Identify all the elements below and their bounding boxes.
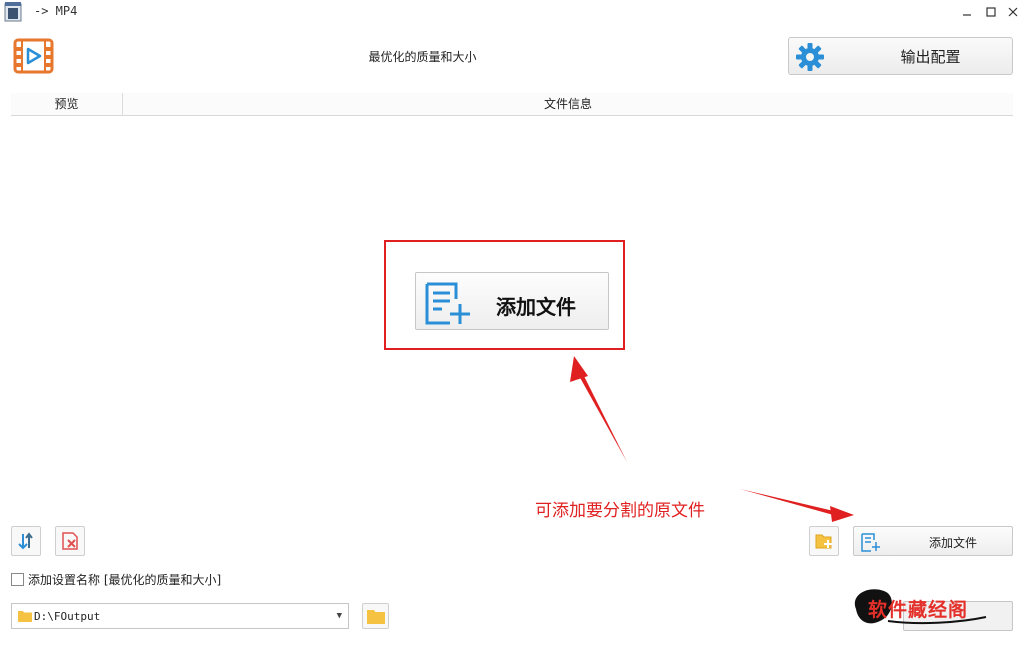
add-folder-button[interactable] <box>809 526 839 556</box>
column-file-info[interactable]: 文件信息 <box>123 93 1013 115</box>
output-path-value: D:\FOutput <box>34 610 101 623</box>
title-bar: -> MP4 <box>0 0 1024 24</box>
sort-button[interactable] <box>11 526 41 556</box>
delete-file-icon <box>62 532 78 550</box>
append-setting-name-label: 添加设置名称 [最优化的质量和大小] <box>28 572 222 587</box>
watermark-text: 软件藏经阁 <box>868 599 969 621</box>
window-title: -> MP4 <box>34 4 78 18</box>
maximize-icon <box>986 7 996 17</box>
watermark: 软件藏经阁 <box>848 581 990 631</box>
add-files-center-label: 添加文件 <box>496 295 576 319</box>
minimize-button[interactable] <box>956 2 978 22</box>
app-icon <box>4 2 22 22</box>
folder-icon <box>367 610 385 624</box>
folder-icon <box>18 611 32 622</box>
add-files-label: 添加文件 <box>928 536 977 550</box>
minimize-icon <box>963 14 971 16</box>
clear-files-button[interactable] <box>55 526 85 556</box>
column-preview[interactable]: 预览 <box>11 93 123 115</box>
add-files-button[interactable]: 添加文件 <box>853 526 1013 556</box>
file-list-header: 预览 文件信息 <box>11 93 1013 116</box>
gear-icon <box>796 43 824 71</box>
add-file-icon <box>425 282 470 325</box>
output-config-label: 输出配置 <box>900 47 961 66</box>
maximize-button[interactable] <box>980 2 1002 22</box>
close-button[interactable] <box>1002 2 1024 22</box>
add-file-icon <box>861 533 880 552</box>
preset-title: 最优化的质量和大小 <box>368 50 477 64</box>
output-config-button[interactable]: 输出配置 <box>788 37 1013 75</box>
add-files-center-button[interactable]: 添加文件 <box>415 272 609 330</box>
append-setting-name-checkbox[interactable] <box>11 572 24 586</box>
browse-folder-button[interactable] <box>362 603 389 629</box>
chevron-down-icon: ▼ <box>336 611 342 621</box>
output-path-select[interactable]: D:\FOutput ▼ <box>11 603 349 629</box>
sort-icon <box>18 532 33 550</box>
annotation-text: 可添加要分割的原文件 <box>535 501 705 521</box>
close-icon <box>1008 7 1018 17</box>
append-setting-name-option[interactable]: 添加设置名称 [最优化的质量和大小] <box>11 571 221 587</box>
add-folder-icon <box>815 534 832 549</box>
header: 最优化的质量和大小 输出配置 <box>0 24 1024 90</box>
